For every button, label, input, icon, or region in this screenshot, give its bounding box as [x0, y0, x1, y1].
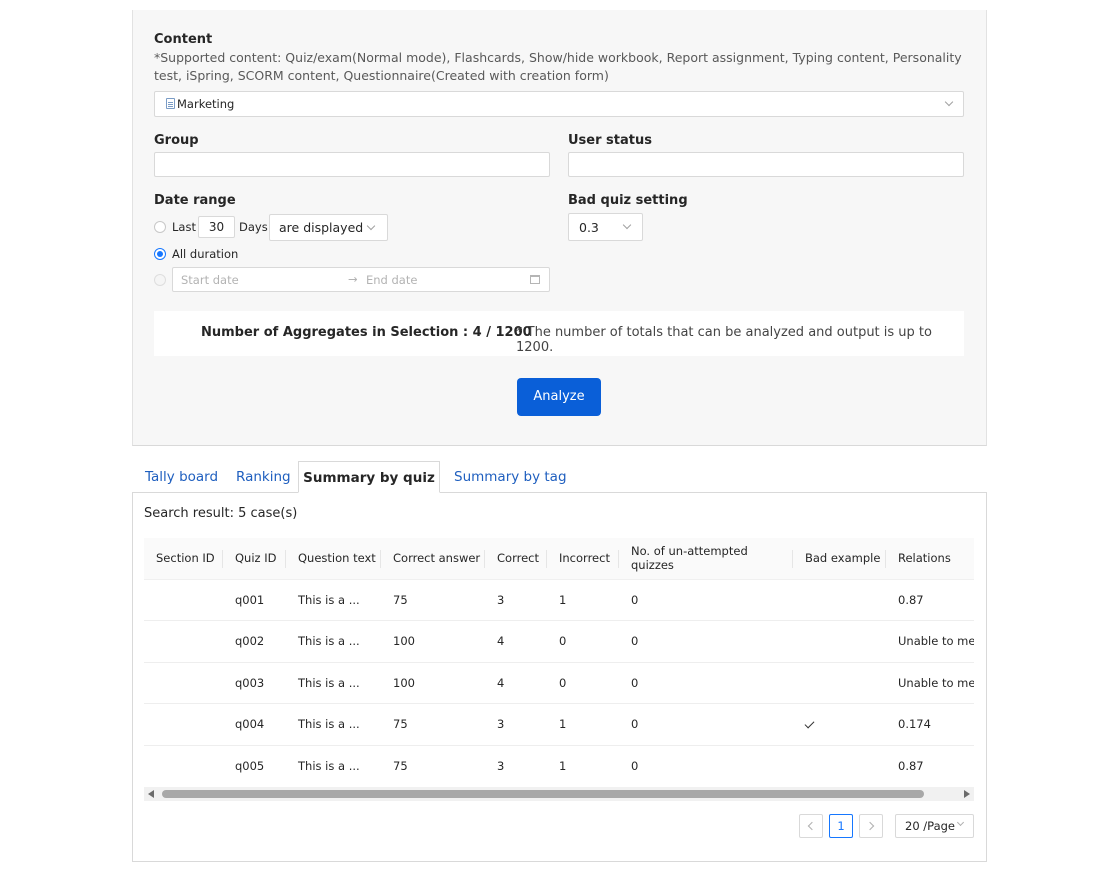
quiz-summary-table: Section ID Quiz ID Question text Correct…	[144, 538, 974, 786]
document-icon	[166, 98, 175, 109]
chevron-down-icon	[622, 220, 632, 230]
column-header[interactable]: Quiz ID	[223, 538, 286, 580]
group-label: Group	[154, 133, 199, 148]
column-header[interactable]: Section ID	[144, 538, 223, 580]
tab-tally-board[interactable]: Tally board	[145, 461, 218, 493]
table-header-row: Section ID Quiz ID Question text Correct…	[144, 538, 974, 580]
tab-ranking[interactable]: Ranking	[236, 461, 291, 493]
page-size-select[interactable]: 20 /Page	[895, 814, 974, 838]
days-label: Days	[239, 220, 268, 234]
group-input[interactable]	[154, 152, 550, 177]
table-row: q005 This is a ... 75 3 1 0 0.87	[144, 745, 974, 786]
range-arrow-icon: →	[348, 272, 358, 286]
bad-example-cell	[793, 703, 886, 746]
bad-quiz-setting-select[interactable]: 0.3	[568, 213, 643, 241]
content-select-value: Marketing	[177, 97, 235, 111]
user-status-input[interactable]	[568, 152, 964, 177]
scrollbar-thumb[interactable]	[162, 790, 924, 798]
start-date-placeholder[interactable]: Start date	[181, 273, 239, 287]
column-header[interactable]: Bad example	[793, 538, 886, 580]
next-page-button[interactable]	[859, 814, 883, 838]
tab-summary-by-quiz[interactable]: Summary by quiz	[298, 461, 440, 493]
chevron-down-icon	[956, 818, 965, 827]
display-mode-select[interactable]: are displayed	[269, 214, 388, 241]
display-mode-value: are displayed	[279, 220, 364, 235]
last-days-value: 30	[208, 220, 225, 234]
column-header[interactable]: Correct answer	[381, 538, 485, 580]
last-days-input[interactable]: 30	[198, 216, 235, 238]
bad-quiz-setting-label: Bad quiz setting	[568, 193, 688, 208]
custom-range-radio[interactable]	[154, 274, 166, 286]
bad-example-cell	[793, 620, 886, 663]
date-range-picker[interactable]: Start date → End date	[172, 267, 550, 292]
content-label: Content	[154, 32, 213, 47]
table-row: q002 This is a ... 100 4 0 0 Unable to m…	[144, 620, 974, 663]
page-1-button[interactable]: 1	[829, 814, 853, 838]
column-header[interactable]: Question text	[286, 538, 381, 580]
table-row: q003 This is a ... 100 4 0 0 Unable to m…	[144, 662, 974, 704]
table-row: q001 This is a ... 75 3 1 0 0.87	[144, 579, 974, 621]
user-status-label: User status	[568, 133, 652, 148]
aggregate-limit-note: * The number of totals that can be analy…	[516, 325, 932, 355]
page-size-value: 20 /Page	[905, 819, 956, 833]
analyze-button[interactable]: Analyze	[517, 378, 601, 416]
last-label: Last	[172, 220, 196, 234]
table-row: q004 This is a ... 75 3 1 0 0.174	[144, 703, 974, 746]
horizontal-scrollbar[interactable]	[144, 787, 974, 801]
aggregate-count-box: Number of Aggregates in Selection : 4 / …	[154, 311, 964, 356]
search-result-count: Search result: 5 case(s)	[144, 506, 298, 521]
column-header[interactable]: Incorrect	[547, 538, 619, 580]
content-select[interactable]: Marketing	[154, 91, 964, 117]
last-days-radio[interactable]	[154, 221, 166, 233]
date-range-label: Date range	[154, 193, 236, 208]
chevron-left-icon	[807, 821, 817, 831]
bad-quiz-setting-value: 0.3	[579, 220, 599, 235]
chevron-down-icon	[944, 97, 954, 107]
bad-example-cell	[793, 579, 886, 621]
calendar-icon	[530, 275, 540, 284]
column-header[interactable]: No. of un-attempted quizzes	[619, 538, 793, 580]
scroll-left-arrow-icon[interactable]	[148, 790, 154, 798]
checkmark-icon	[804, 718, 815, 729]
tab-summary-by-tag[interactable]: Summary by tag	[454, 461, 567, 493]
chevron-right-icon	[865, 821, 875, 831]
chevron-down-icon	[366, 221, 376, 231]
aggregate-count: Number of Aggregates in Selection : 4 / …	[201, 325, 532, 340]
bad-example-cell	[793, 745, 886, 786]
end-date-placeholder[interactable]: End date	[366, 273, 417, 287]
column-header[interactable]: Relations	[886, 538, 974, 580]
all-duration-label: All duration	[172, 247, 239, 261]
scroll-right-arrow-icon[interactable]	[964, 790, 970, 798]
all-duration-radio[interactable]	[154, 248, 166, 260]
column-header[interactable]: Correct	[485, 538, 547, 580]
prev-page-button[interactable]	[799, 814, 823, 838]
content-supported-note: *Supported content: Quiz/exam(Normal mod…	[154, 50, 962, 83]
bad-example-cell	[793, 662, 886, 704]
